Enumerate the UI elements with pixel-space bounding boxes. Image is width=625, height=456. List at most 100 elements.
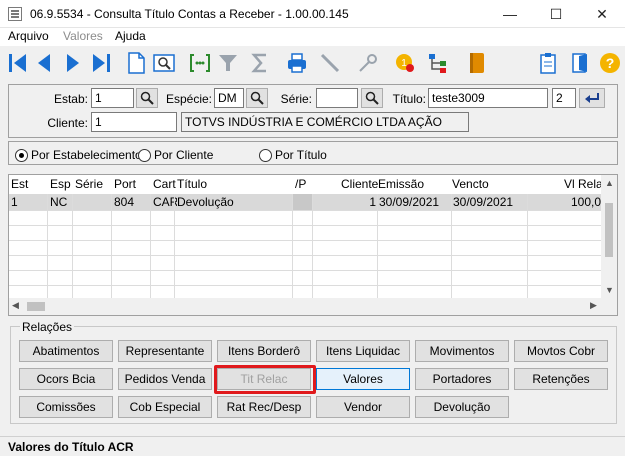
ocors-bcia-button[interactable]: Ocors Bcia — [19, 368, 113, 390]
search-icon — [250, 91, 264, 105]
sort-option-label: Por Estabelecimento — [31, 148, 142, 162]
column-header-port[interactable]: Port — [114, 177, 136, 191]
last-icon[interactable] — [88, 50, 114, 76]
results-grid[interactable]: Est Esp Série Port Cart Título /P Client… — [8, 174, 618, 316]
serie-search-button[interactable] — [361, 88, 383, 108]
svg-text:?: ? — [606, 55, 615, 71]
filter-icon[interactable] — [215, 50, 241, 76]
first-icon[interactable] — [5, 50, 31, 76]
cliente-label: Cliente: — [47, 116, 88, 130]
close-button[interactable]: ✕ — [579, 0, 625, 28]
column-header-est[interactable]: Est — [11, 177, 28, 191]
scroll-down-icon[interactable]: ▼ — [605, 285, 614, 295]
column-header-parcela[interactable]: /P — [295, 177, 306, 191]
especie-search-button[interactable] — [246, 88, 268, 108]
cell-parcela — [292, 194, 312, 210]
vendor-button[interactable]: Vendor — [316, 396, 410, 418]
estab-field[interactable]: 1 — [91, 88, 134, 108]
key-icon[interactable] — [355, 50, 381, 76]
cob-especial-button[interactable]: Cob Especial — [118, 396, 212, 418]
hscroll-thumb[interactable] — [27, 302, 45, 311]
titulo-field[interactable]: teste3009 — [428, 88, 548, 108]
binder-icon[interactable] — [464, 50, 490, 76]
estab-search-button[interactable] — [136, 88, 158, 108]
vertical-scrollbar[interactable]: ▲ ▼ — [601, 175, 617, 299]
status-bar: Valores do Título ACR — [0, 436, 625, 456]
representante-button[interactable]: Representante — [118, 340, 212, 362]
tit-relac-highlight — [214, 365, 316, 394]
serie-field[interactable] — [316, 88, 358, 108]
column-header-serie[interactable]: Série — [75, 177, 103, 191]
goto-icon[interactable] — [187, 50, 213, 76]
retencoes-button[interactable]: Retenções — [514, 368, 608, 390]
cliente-field[interactable]: 1 — [91, 112, 177, 132]
sigma-icon[interactable] — [247, 50, 273, 76]
pedidos-venda-button[interactable]: Pedidos Venda — [118, 368, 212, 390]
exit-icon[interactable] — [568, 50, 594, 76]
portadores-button[interactable]: Portadores — [415, 368, 509, 390]
help-icon[interactable]: ? — [597, 50, 623, 76]
enter-arrow-icon — [585, 93, 599, 103]
menu-ajuda[interactable]: Ajuda — [115, 29, 146, 43]
radio-selected-icon — [15, 148, 28, 162]
valores-button[interactable]: Valores — [316, 368, 410, 390]
svg-text:1: 1 — [401, 58, 407, 69]
menu-bar: Arquivo Valores Ajuda — [0, 28, 625, 46]
cliente-name-field: TOTVS INDÚSTRIA E COMÉRCIO LTDA AÇÃO — [181, 112, 469, 132]
abatimentos-button[interactable]: Abatimentos — [19, 340, 113, 362]
sort-por-cliente[interactable]: Por Cliente — [138, 148, 213, 162]
comissoes-button[interactable]: Comissões — [19, 396, 113, 418]
itens-liquidac-button[interactable]: Itens Liquidac — [316, 340, 410, 362]
clipboard-icon[interactable] — [535, 50, 561, 76]
movimentos-button[interactable]: Movimentos — [415, 340, 509, 362]
especie-field[interactable]: DM — [214, 88, 244, 108]
zoom-icon[interactable] — [151, 50, 177, 76]
titulo-label: Título: — [392, 92, 426, 106]
cell-emissao: 30/09/2021 — [379, 195, 440, 209]
estab-label: Estab: — [53, 92, 88, 106]
menu-valores[interactable]: Valores — [63, 29, 103, 43]
hint-icon[interactable]: 1 — [392, 50, 418, 76]
sort-por-titulo[interactable]: Por Título — [259, 148, 327, 162]
search-icon — [365, 91, 379, 105]
rat-rec-desp-button[interactable]: Rat Rec/Desp — [217, 396, 311, 418]
scroll-left-icon[interactable]: ◀ — [12, 300, 19, 311]
cell-port: 804 — [114, 195, 135, 209]
column-header-titulo[interactable]: Título — [177, 177, 207, 191]
column-header-esp[interactable]: Esp — [50, 177, 71, 191]
column-header-emissao[interactable]: Emissão — [378, 177, 424, 191]
search-icon — [140, 91, 154, 105]
title-bar: 06.9.5534 - Consulta Título Contas a Rec… — [0, 0, 625, 28]
column-header-cart[interactable]: Cart — [153, 177, 176, 191]
scroll-right-icon[interactable]: ▶ — [590, 300, 597, 311]
app-icon — [8, 7, 22, 21]
movtos-cobr-button[interactable]: Movtos Cobr — [514, 340, 608, 362]
especie-label: Espécie: — [165, 92, 212, 106]
serie-label: Série: — [280, 92, 312, 106]
pen-icon[interactable] — [317, 50, 343, 76]
go-button[interactable] — [579, 88, 605, 108]
radio-icon — [259, 148, 272, 162]
devolucao-button[interactable]: Devolução — [415, 396, 509, 418]
column-header-vencto[interactable]: Vencto — [452, 177, 489, 191]
radio-icon — [138, 148, 151, 162]
sort-por-estabelecimento[interactable]: Por Estabelecimento — [15, 148, 142, 162]
previous-icon[interactable] — [31, 50, 57, 76]
column-header-cliente[interactable]: Cliente — [341, 177, 378, 191]
maximize-button[interactable]: ☐ — [533, 0, 579, 28]
scroll-thumb[interactable] — [605, 203, 613, 257]
parcela-field[interactable]: 2 — [552, 88, 576, 108]
tree-icon[interactable] — [425, 50, 451, 76]
print-icon[interactable] — [284, 50, 310, 76]
minimize-button[interactable]: — — [487, 0, 533, 28]
scroll-up-icon[interactable]: ▲ — [605, 178, 614, 188]
relacoes-legend: Relações — [20, 320, 75, 334]
horizontal-scrollbar[interactable]: ◀ ▶ — [9, 298, 617, 315]
window-title: 06.9.5534 - Consulta Título Contas a Rec… — [30, 7, 349, 21]
cell-vencto: 30/09/2021 — [453, 195, 514, 209]
itens-bordero-button[interactable]: Itens Borderô — [217, 340, 311, 362]
document-icon[interactable] — [123, 50, 149, 76]
sort-option-label: Por Cliente — [154, 148, 214, 162]
menu-arquivo[interactable]: Arquivo — [8, 29, 49, 43]
next-icon[interactable] — [60, 50, 86, 76]
